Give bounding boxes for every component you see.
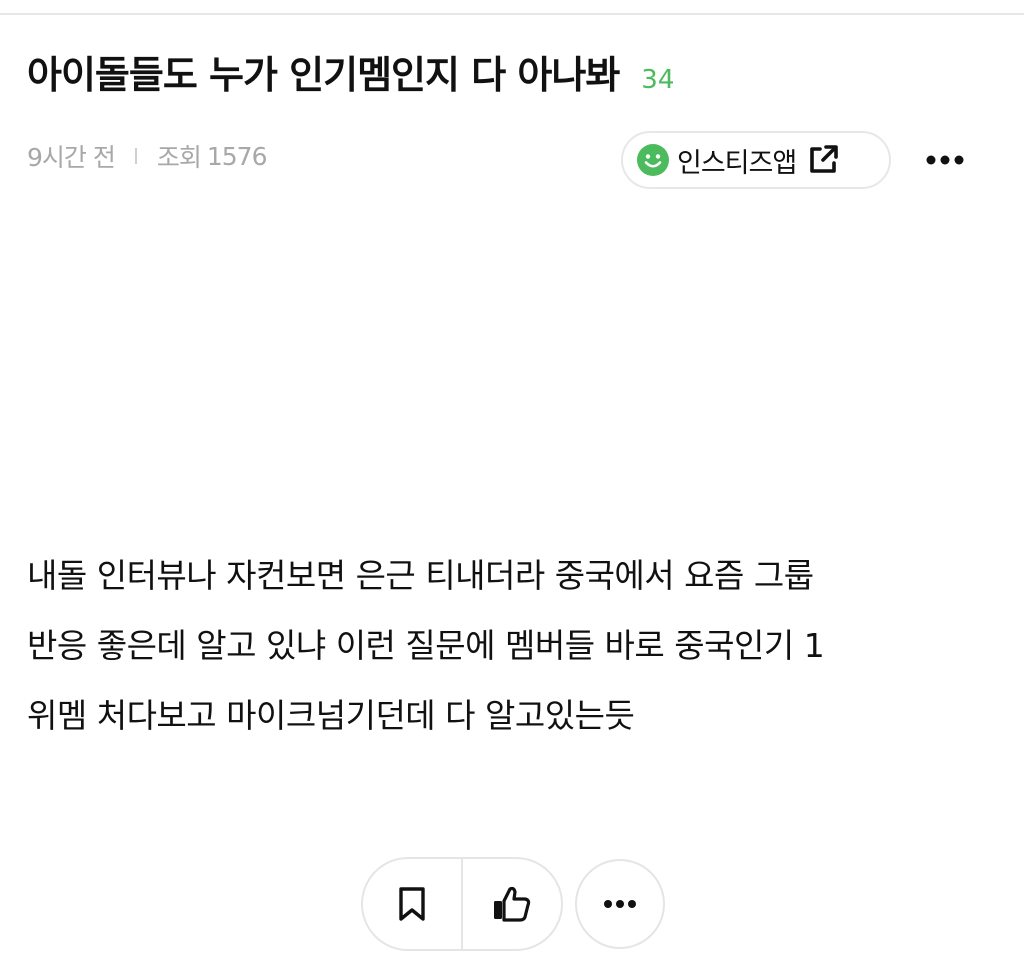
post-actions xyxy=(361,857,665,951)
top-divider xyxy=(0,13,1024,15)
post-header: 아이돌들도 누가 인기멤인지 다 아나봐 34 xyxy=(27,44,674,99)
reaction-pill xyxy=(361,857,563,951)
post-body: 내돌 인터뷰나 자컨보면 은근 티내더라 중국에서 요즘 그룹 반응 좋은데 알… xyxy=(27,541,987,751)
post-time: 9시간 전 xyxy=(27,143,116,172)
app-chip-label: 인스티즈앱 xyxy=(677,147,797,179)
more-horizontal-icon xyxy=(926,155,964,165)
open-app-button[interactable]: 인스티즈앱 xyxy=(621,131,891,189)
post-meta: 9시간 전 조회 1576 xyxy=(27,138,267,174)
views-count: 1576 xyxy=(206,141,268,171)
bookmark-button[interactable] xyxy=(363,859,461,949)
more-actions-button[interactable] xyxy=(575,859,665,949)
post-body-line: 반응 좋은데 알고 있냐 이런 질문에 멤버들 바로 중국인기 1 xyxy=(27,626,825,665)
like-button[interactable] xyxy=(463,859,561,949)
post-more-button[interactable] xyxy=(920,140,970,180)
external-link-icon xyxy=(810,145,839,173)
views-label: 조회 xyxy=(156,143,202,172)
thumbs-up-icon xyxy=(494,886,531,922)
smile-icon xyxy=(637,144,669,176)
comment-count[interactable]: 34 xyxy=(641,65,674,95)
more-horizontal-icon xyxy=(604,900,636,908)
post-title: 아이돌들도 누가 인기멤인지 다 아나봐 xyxy=(27,53,620,97)
bookmark-icon xyxy=(399,887,425,921)
meta-separator xyxy=(134,148,137,164)
post-body-line: 내돌 인터뷰나 자컨보면 은근 티내더라 중국에서 요즘 그룹 xyxy=(27,556,814,595)
post-body-line: 위멤 처다보고 마이크넘기던데 다 알고있는듯 xyxy=(27,696,635,735)
